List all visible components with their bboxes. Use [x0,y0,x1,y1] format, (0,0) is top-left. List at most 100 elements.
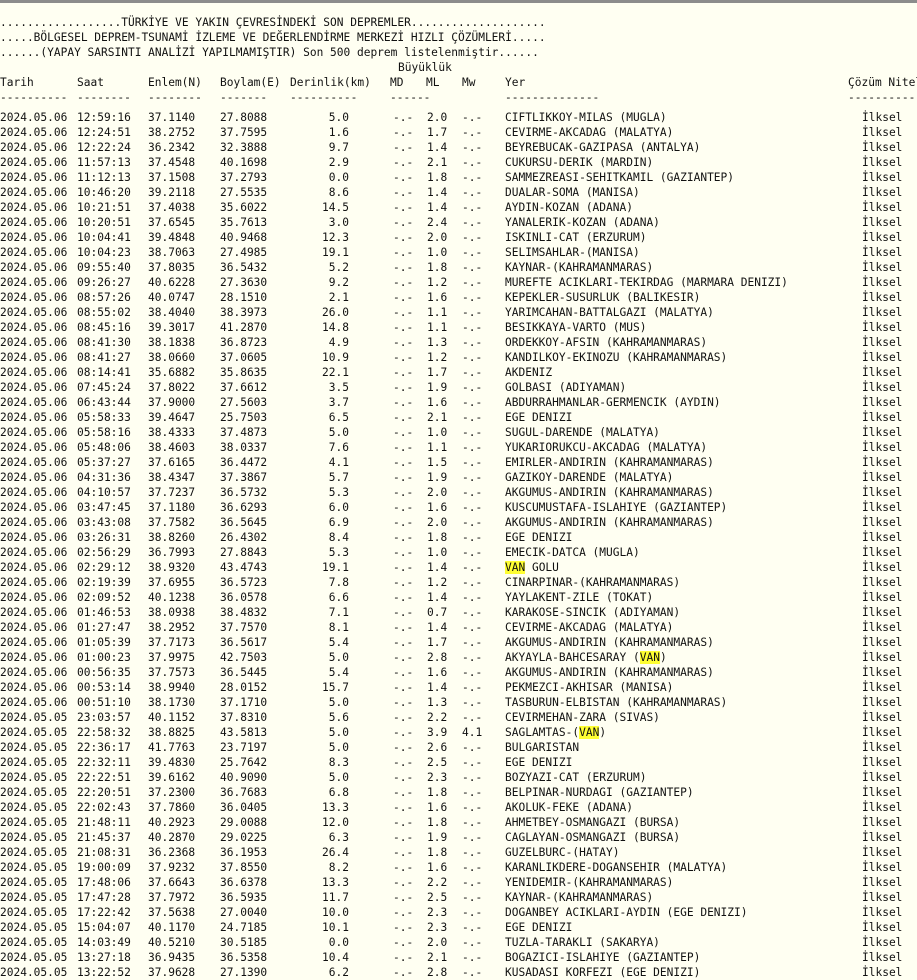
longitude-cell: 35.6022 [220,201,268,214]
mw-cell: -.- [462,321,483,334]
longitude-cell: 26.4302 [220,531,268,544]
location-cell: CAGLAYAN-OSMANGAZI (BURSA) [505,831,681,844]
location-cell: DOGANBEY ACIKLARI-AYDIN (EGE DENIZI) [505,906,748,919]
search-highlight: VAN [639,651,660,664]
depth-cell: 5.0 [328,771,349,784]
latitude-cell: 38.2952 [148,621,196,634]
md-cell: -.- [393,726,414,739]
time-cell: 01:05:39 [77,636,131,649]
solution-cell: İlksel [862,816,903,829]
mw-cell: -.- [462,171,483,184]
date-cell: 2024.05.06 [0,441,68,454]
time-cell: 08:14:41 [77,366,131,379]
longitude-cell: 36.5445 [220,666,268,679]
solution-cell: İlksel [862,516,903,529]
ml-cell: 1.3 [427,336,448,349]
location-cell: EGE DENIZI [505,411,573,424]
date-cell: 2024.05.06 [0,261,68,274]
ml-cell: 2.4 [427,216,448,229]
latitude-cell: 37.6545 [148,216,196,229]
md-cell: -.- [393,171,414,184]
time-cell: 14:03:49 [77,936,131,949]
date-cell: 2024.05.06 [0,171,68,184]
longitude-cell: 36.6378 [220,876,268,889]
location-cell: GAZIKOY-DARENDE (MALATYA) [505,471,674,484]
time-cell: 00:53:14 [77,681,131,694]
solution-cell: İlksel [862,666,903,679]
mw-cell: -.- [462,306,483,319]
longitude-cell: 37.4873 [220,426,268,439]
latitude-cell: 38.9320 [148,561,196,574]
md-cell: -.- [393,411,414,424]
solution-cell: İlksel [862,951,903,964]
mw-cell: -.- [462,486,483,499]
solution-cell: İlksel [862,651,903,664]
depth-cell: 13.3 [322,801,349,814]
longitude-cell: 43.4743 [220,561,268,574]
location-cell: AKGUMUS-ANDIRIN (KAHRAMANMARAS) [505,666,714,679]
time-cell: 01:00:23 [77,651,131,664]
date-cell: 2024.05.05 [0,906,68,919]
time-cell: 09:26:27 [77,276,131,289]
mw-cell: -.- [462,231,483,244]
location-cell: CUKURSU-DERIK (MARDIN) [505,156,654,169]
md-cell: -.- [393,381,414,394]
ml-cell: 1.7 [427,636,448,649]
mw-cell: -.- [462,951,483,964]
time-cell: 03:43:08 [77,516,131,529]
solution-cell: İlksel [862,621,903,634]
depth-cell: 5.2 [328,261,349,274]
time-cell: 10:04:41 [77,231,131,244]
location-cell: AKOLUK-FEKE (ADANA) [505,801,633,814]
solution-cell: İlksel [862,756,903,769]
depth-cell: 12.0 [322,816,349,829]
latitude-cell: 37.7860 [148,801,196,814]
location-cell: KEPEKLER-SUSURLUK (BALIKESIR) [505,291,701,304]
md-cell: -.- [393,276,414,289]
latitude-cell: 37.7237 [148,486,196,499]
time-cell: 09:55:40 [77,261,131,274]
ml-cell: 1.8 [427,846,448,859]
latitude-cell: 37.9975 [148,651,196,664]
date-cell: 2024.05.06 [0,486,68,499]
date-cell: 2024.05.06 [0,291,68,304]
time-cell: 22:58:32 [77,726,131,739]
location-cell: CINARPINAR-(KAHRAMANMARAS) [505,576,681,589]
ml-cell: 1.8 [427,786,448,799]
depth-cell: 10.1 [322,921,349,934]
depth-cell: 10.4 [322,951,349,964]
date-cell: 2024.05.05 [0,966,68,979]
md-cell: -.- [393,126,414,139]
mw-cell: -.- [462,666,483,679]
time-cell: 00:56:35 [77,666,131,679]
mw-cell: -.- [462,246,483,259]
depth-cell: 5.6 [328,711,349,724]
location-cell: YUKARIORUKCU-AKCADAG (MALATYA) [505,441,708,454]
location-cell: CEVIRME-AKCADAG (MALATYA) [505,126,674,139]
depth-cell: 5.0 [328,741,349,754]
md-cell: -.- [393,816,414,829]
mw-cell: -.- [462,396,483,409]
rule-saat: -------- [77,91,131,104]
location-cell: BOGAZICI-ISLAHIYE (GAZIANTEP) [505,951,701,964]
latitude-cell: 40.0747 [148,291,196,304]
latitude-cell: 38.1730 [148,696,196,709]
solution-cell: İlksel [862,246,903,259]
location-cell: EGE DENIZI [505,531,573,544]
solution-cell: İlksel [862,831,903,844]
md-cell: -.- [393,756,414,769]
longitude-cell: 37.0605 [220,351,268,364]
ml-cell: 2.0 [427,516,448,529]
ml-cell: 1.6 [427,291,448,304]
longitude-cell: 24.7185 [220,921,268,934]
time-cell: 22:20:51 [77,786,131,799]
location-cell: SELIMSAHLAR-(MANISA) [505,246,640,259]
latitude-cell: 37.6955 [148,576,196,589]
md-cell: -.- [393,216,414,229]
longitude-cell: 27.5535 [220,186,268,199]
ml-cell: 1.7 [427,126,448,139]
ml-cell: 1.8 [427,816,448,829]
date-cell: 2024.05.06 [0,546,68,559]
solution-cell: İlksel [862,231,903,244]
ml-cell: 1.6 [427,801,448,814]
